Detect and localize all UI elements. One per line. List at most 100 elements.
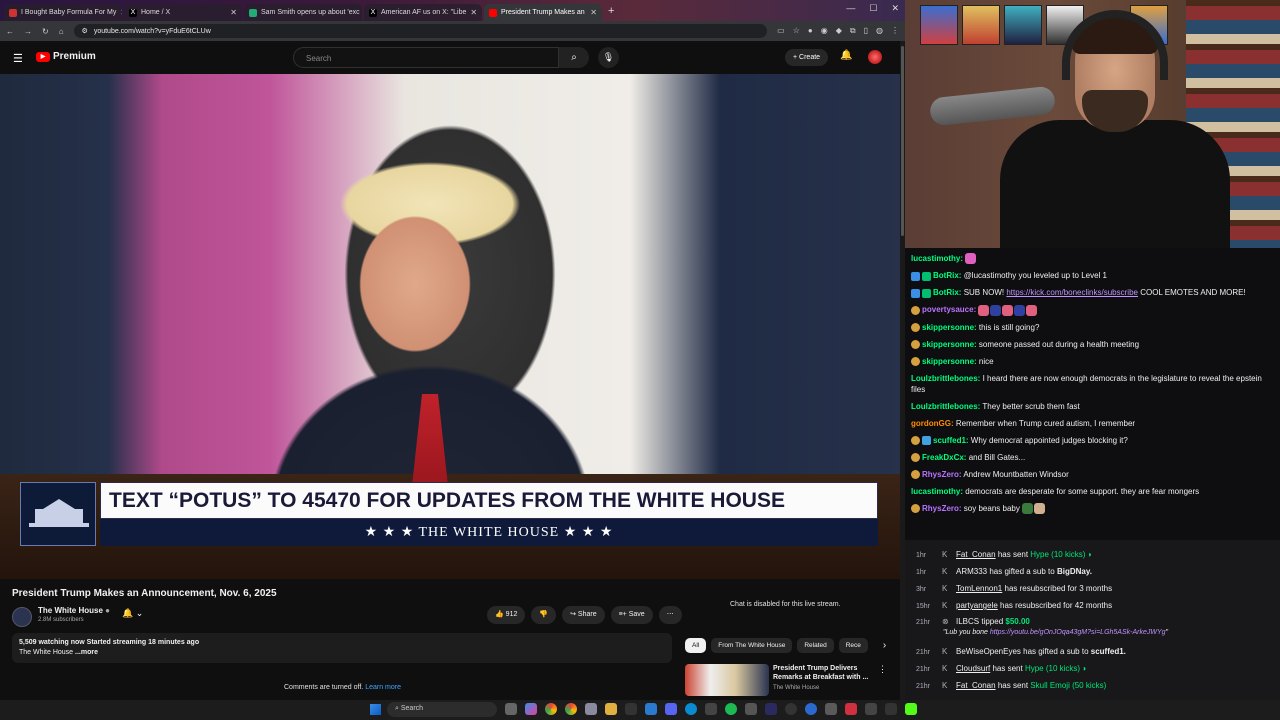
event-username[interactable]: Fat_Conan bbox=[956, 681, 996, 690]
url-field[interactable]: ⚙ youtube.com/watch?v=yFduE6tCLUw bbox=[73, 24, 768, 38]
app-icon[interactable] bbox=[705, 703, 717, 715]
spotify-icon[interactable] bbox=[725, 703, 737, 715]
channel-name[interactable]: The White House ● bbox=[38, 606, 110, 615]
chat-username[interactable]: povertysauce: bbox=[922, 305, 976, 314]
discord-icon[interactable] bbox=[665, 703, 677, 715]
learn-more-link[interactable]: Learn more bbox=[365, 684, 401, 691]
close-icon[interactable]: ✕ bbox=[590, 8, 597, 17]
event-recipient[interactable]: scuffed1. bbox=[1091, 647, 1126, 656]
browser-tab[interactable]: I Bought Baby Formula For My✕ bbox=[4, 4, 122, 21]
event-recipient[interactable]: BigDNay. bbox=[1057, 567, 1092, 576]
dislike-button[interactable]: 👎 bbox=[531, 606, 557, 624]
app-icon[interactable] bbox=[825, 703, 837, 715]
browser-tab[interactable]: X Home / X ✕ bbox=[124, 4, 242, 21]
bookmark-star-icon[interactable]: ☆ bbox=[793, 26, 800, 36]
profile-icon[interactable]: ◍ bbox=[876, 26, 883, 36]
obs-icon[interactable] bbox=[785, 703, 797, 715]
chat-username[interactable]: skippersonne: bbox=[922, 357, 977, 366]
event-username[interactable]: Cloudsurf bbox=[956, 664, 990, 673]
event-username[interactable]: TomLennon1 bbox=[956, 584, 1002, 593]
channel-avatar[interactable] bbox=[12, 607, 32, 627]
chat-username[interactable]: RhysZero: bbox=[922, 470, 962, 479]
chat-username[interactable]: gordonGG: bbox=[911, 419, 954, 428]
event-username[interactable]: Fat_Conan bbox=[956, 550, 996, 559]
new-tab-button[interactable]: + bbox=[608, 5, 614, 17]
app-icon[interactable] bbox=[865, 703, 877, 715]
browser-tab-active[interactable]: President Trump Makes an ✕ bbox=[484, 4, 602, 21]
search-button[interactable]: ⌕ bbox=[559, 47, 589, 68]
chip-from-channel[interactable]: From The White House bbox=[711, 638, 793, 653]
extension-icon[interactable]: ◆ bbox=[836, 26, 842, 36]
chat-username[interactable]: scuffed1: bbox=[933, 436, 969, 445]
create-button[interactable]: + Create bbox=[785, 49, 829, 66]
recommended-video-title[interactable]: President Trump Delivers Remarks at Brea… bbox=[773, 664, 883, 682]
more-actions-button[interactable]: ⋯ bbox=[658, 606, 682, 624]
app-icon[interactable] bbox=[765, 703, 777, 715]
menu-kebab-icon[interactable]: ⋮ bbox=[878, 664, 887, 675]
copilot-icon[interactable] bbox=[525, 703, 537, 715]
chat-username[interactable]: RhysZero: bbox=[922, 504, 962, 513]
extension-icon[interactable]: ◉ bbox=[821, 26, 828, 36]
hamburger-menu-icon[interactable]: ☰ bbox=[13, 52, 23, 65]
voice-search-button[interactable]: 🎙 bbox=[598, 47, 619, 68]
event-username[interactable]: ARM333 bbox=[956, 567, 987, 576]
event-username[interactable]: ILBCS bbox=[956, 617, 979, 626]
account-avatar[interactable] bbox=[868, 50, 882, 64]
description-more-link[interactable]: ...more bbox=[75, 649, 98, 656]
chip-all[interactable]: All bbox=[685, 638, 707, 653]
tip-message-link[interactable]: https://youtu.be/gOnJOqa43gM?si=LGh5ASk-… bbox=[990, 629, 1166, 636]
maps-pin-icon[interactable] bbox=[845, 703, 857, 715]
close-window-icon[interactable]: ✕ bbox=[891, 3, 899, 14]
share-button[interactable]: ↪ Share bbox=[562, 606, 605, 624]
extension-icon[interactable]: ● bbox=[808, 26, 813, 36]
chat-username[interactable]: Loulzbrittlebones: bbox=[911, 374, 980, 383]
description-box[interactable]: 5,509 watching now Started streaming 18 … bbox=[12, 633, 672, 663]
app-icon[interactable] bbox=[745, 703, 757, 715]
minimize-icon[interactable]: — bbox=[846, 3, 855, 14]
chat-username[interactable]: FreakDxCx: bbox=[922, 453, 966, 462]
event-username[interactable]: BeWiseOpenEyes bbox=[956, 647, 1021, 656]
chat-username[interactable]: lucastimothy: bbox=[911, 487, 963, 496]
kick-app-icon[interactable] bbox=[905, 703, 917, 715]
site-info-icon[interactable]: ⚙ bbox=[82, 27, 88, 35]
chat-username[interactable]: Loulzbrittlebones: bbox=[911, 402, 980, 411]
chip-recent[interactable]: Rece bbox=[838, 638, 868, 653]
notification-bell-button[interactable]: 🔔 ⌄ bbox=[122, 608, 143, 619]
app-icon[interactable] bbox=[805, 703, 817, 715]
task-view-icon[interactable] bbox=[505, 703, 517, 715]
chrome-icon[interactable] bbox=[545, 703, 557, 715]
chat-link[interactable]: https://kick.com/boneclinks/subscribe bbox=[1006, 288, 1138, 297]
maximize-icon[interactable]: ☐ bbox=[869, 3, 877, 14]
event-username[interactable]: partyangele bbox=[956, 601, 998, 610]
browser-tab[interactable]: X American AF us on X: "Libe ✕ bbox=[364, 4, 482, 21]
edge-icon[interactable] bbox=[685, 703, 697, 715]
file-explorer-icon[interactable] bbox=[605, 703, 617, 715]
extensions-puzzle-icon[interactable]: ⧉ bbox=[850, 26, 856, 36]
youtube-logo[interactable]: ▶ Premium bbox=[36, 51, 96, 62]
close-icon[interactable]: ✕ bbox=[470, 8, 477, 17]
back-icon[interactable]: ← bbox=[6, 27, 14, 36]
recommended-video-thumbnail[interactable] bbox=[685, 664, 769, 696]
chevron-right-icon[interactable]: › bbox=[883, 640, 886, 651]
app-icon[interactable] bbox=[585, 703, 597, 715]
chat-username[interactable]: skippersonne: bbox=[922, 323, 977, 332]
like-button[interactable]: 👍 912 bbox=[487, 606, 526, 624]
close-icon[interactable]: ✕ bbox=[230, 8, 237, 17]
browser-tab[interactable]: Sam Smith opens up about 'exc✕ bbox=[244, 4, 362, 21]
sidebar-icon[interactable]: ▯ bbox=[864, 26, 868, 36]
cast-icon[interactable]: ▭ bbox=[777, 26, 785, 36]
chat-username[interactable]: skippersonne: bbox=[922, 340, 977, 349]
scrollbar-thumb[interactable] bbox=[901, 46, 904, 236]
terminal-icon[interactable] bbox=[625, 703, 637, 715]
chat-username[interactable]: BotRix: bbox=[933, 288, 961, 297]
home-icon[interactable]: ⌂ bbox=[59, 27, 64, 36]
forward-icon[interactable]: → bbox=[24, 27, 32, 36]
save-button[interactable]: ≡+ Save bbox=[610, 606, 653, 624]
chat-username[interactable]: BotRix: bbox=[933, 271, 961, 280]
video-player[interactable]: TEXT “POTUS” TO 45470 FOR UPDATES FROM T… bbox=[0, 74, 900, 579]
notifications-bell-icon[interactable]: 🔔 bbox=[840, 50, 852, 61]
windows-start-icon[interactable] bbox=[370, 704, 381, 715]
chat-username[interactable]: lucastimothy: bbox=[911, 254, 963, 263]
chrome-icon[interactable] bbox=[565, 703, 577, 715]
search-input[interactable]: Search bbox=[293, 47, 559, 68]
